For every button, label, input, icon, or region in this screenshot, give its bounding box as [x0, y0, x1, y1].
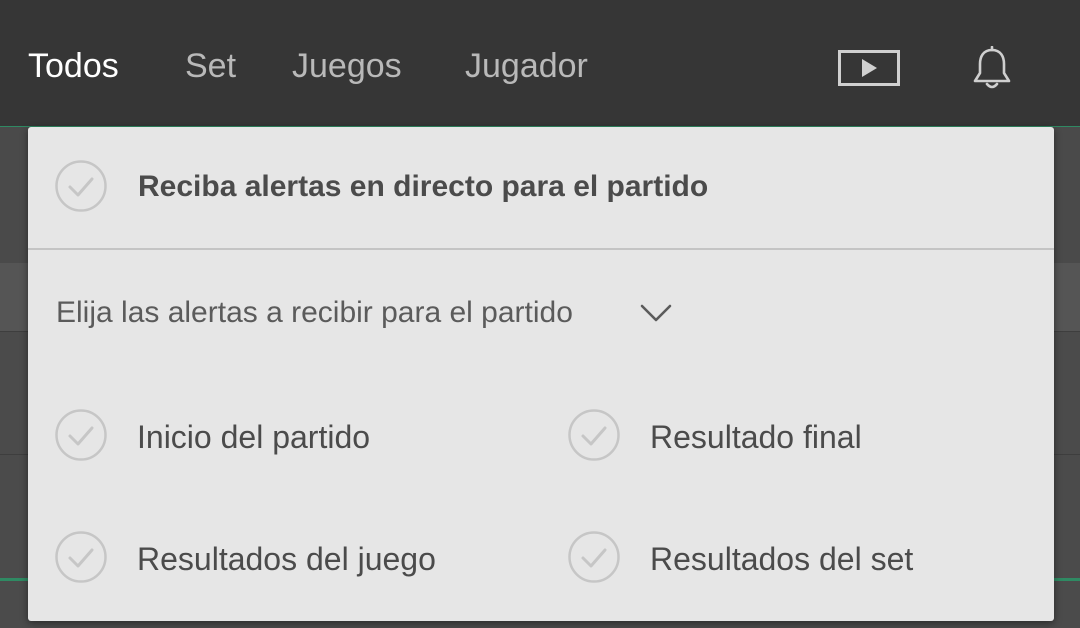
alert-option-label[interactable]: Resultado final	[650, 417, 862, 457]
tab-set[interactable]: Set	[185, 44, 236, 88]
tv-play-icon[interactable]	[838, 50, 900, 86]
choose-alerts-label[interactable]: Elija las alertas a recibir para el part…	[56, 293, 573, 333]
alert-option-inicio-partido[interactable]: Inicio del partido	[55, 409, 495, 465]
alert-option-label[interactable]: Resultados del set	[650, 539, 913, 579]
check-circle-icon[interactable]	[55, 531, 107, 583]
chevron-down-icon[interactable]	[640, 303, 672, 323]
alert-option-label[interactable]: Inicio del partido	[137, 417, 370, 457]
tab-jugador[interactable]: Jugador	[465, 44, 588, 88]
alert-option-resultados-set[interactable]: Resultados del set	[568, 531, 1008, 587]
check-circle-icon[interactable]	[568, 409, 620, 461]
alert-option-resultado-final[interactable]: Resultado final	[568, 409, 1008, 465]
check-circle-icon[interactable]	[55, 160, 107, 212]
bell-icon[interactable]	[970, 46, 1014, 92]
live-alerts-label[interactable]: Reciba alertas en directo para el partid…	[138, 167, 708, 207]
alert-option-resultados-juego[interactable]: Resultados del juego	[55, 531, 495, 587]
tab-bar: Todos Set Juegos Jugador	[0, 0, 1080, 126]
check-circle-icon[interactable]	[55, 409, 107, 461]
alert-option-label[interactable]: Resultados del juego	[137, 539, 436, 579]
tab-juegos[interactable]: Juegos	[292, 44, 402, 88]
alerts-dropdown: Reciba alertas en directo para el partid…	[28, 127, 1054, 621]
check-circle-icon[interactable]	[568, 531, 620, 583]
tab-todos[interactable]: Todos	[28, 44, 119, 88]
divider	[28, 248, 1054, 250]
